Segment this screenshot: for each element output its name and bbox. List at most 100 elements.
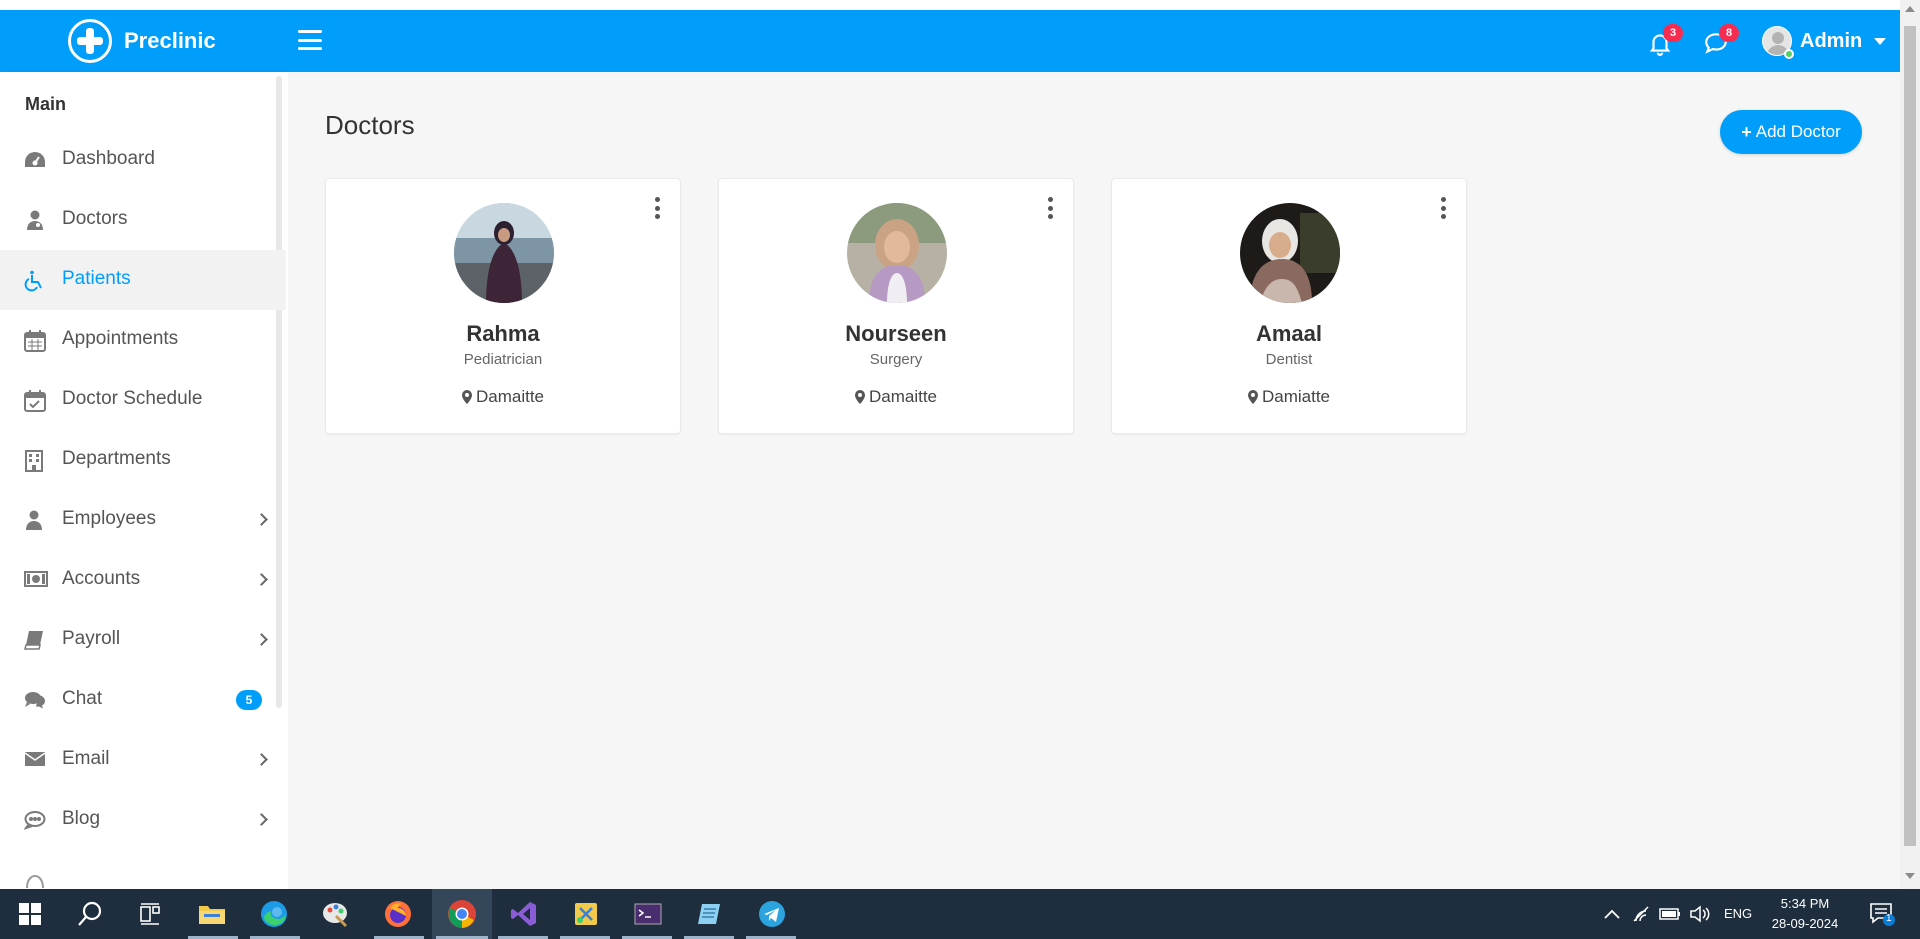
doctor-icon <box>24 210 46 230</box>
envelope-icon <box>24 750 46 770</box>
visual-studio-icon[interactable] <box>508 898 540 930</box>
user-menu[interactable]: Admin <box>1762 26 1887 56</box>
doctor-avatar[interactable] <box>847 203 947 303</box>
doctor-name: Nourseen <box>845 321 947 346</box>
sidebar-item-label: Appointments <box>62 328 179 349</box>
sidebar-item-chat[interactable]: Chat 5 <box>0 670 286 730</box>
language-indicator[interactable]: ENG <box>1724 906 1752 921</box>
task-view-icon[interactable] <box>134 898 166 930</box>
windows-start-icon[interactable] <box>14 898 46 930</box>
firefox-icon[interactable] <box>382 898 414 930</box>
sidebar-item-blog[interactable]: Blog <box>0 790 286 850</box>
sidebar-item-label: Email <box>62 748 110 769</box>
sidebar-item-partial[interactable] <box>0 850 286 889</box>
messages-badge: 8 <box>1719 24 1739 42</box>
notepad-icon[interactable] <box>694 898 726 930</box>
user-name: Admin <box>1800 29 1863 52</box>
more-options-icon[interactable] <box>1045 197 1055 219</box>
sidebar-item-dashboard[interactable]: Dashboard <box>0 130 286 190</box>
wheelchair-icon <box>24 270 46 292</box>
book-icon <box>24 630 46 650</box>
sidebar-item-label: Chat <box>62 688 103 709</box>
doctor-location: Damaitte <box>326 387 680 407</box>
clock-date: 28-09-2024 <box>1771 916 1839 931</box>
clock-time: 5:34 PM <box>1780 896 1830 911</box>
sidebar-item-patients[interactable]: Patients <box>0 250 286 310</box>
sidebar-item-employees[interactable]: Employees <box>0 490 286 550</box>
user-icon <box>24 510 46 530</box>
map-pin-icon <box>461 390 472 404</box>
snipping-tool-icon[interactable] <box>570 898 602 930</box>
doctor-card: Rahma Pediatrician Damaitte <box>325 178 681 434</box>
doctor-name: Rahma <box>466 321 540 346</box>
sidebar-item-label: Employees <box>62 508 156 529</box>
sidebar-item-email[interactable]: Email <box>0 730 286 790</box>
add-doctor-label: Add Doctor <box>1755 122 1841 141</box>
sidebar-item-label: Departments <box>62 448 171 469</box>
logo-cross-icon <box>68 19 112 63</box>
system-clock[interactable]: 5:34 PM 28-09-2024 <box>1760 894 1850 934</box>
telegram-icon[interactable] <box>756 898 788 930</box>
windows-taskbar: ENG 5:34 PM 28-09-2024 1 <box>0 889 1920 939</box>
chevron-right-icon <box>255 573 268 586</box>
sidebar-item-payroll[interactable]: Payroll <box>0 610 286 670</box>
partial-item-icon <box>24 870 46 889</box>
chat-badge: 5 <box>236 690 262 710</box>
edge-browser-icon[interactable] <box>258 898 290 930</box>
sidebar-section-title: Main <box>25 94 67 114</box>
scrollbar-thumb[interactable] <box>1904 26 1916 846</box>
app-logo[interactable]: Preclinic <box>68 19 216 63</box>
calendar-icon <box>24 330 46 352</box>
doctor-card: Amaal Dentist Damiatte <box>1111 178 1467 434</box>
action-center-icon[interactable]: 1 <box>1866 898 1898 930</box>
search-icon[interactable] <box>74 898 106 930</box>
page-title: Doctors <box>325 110 415 140</box>
sidebar-item-doctors[interactable]: Doctors <box>0 190 286 250</box>
doctor-location-text: Damiatte <box>1261 387 1331 406</box>
doctor-location: Damiatte <box>1112 387 1466 407</box>
sidebar-item-label: Patients <box>62 268 131 289</box>
file-explorer-icon[interactable] <box>196 898 228 930</box>
building-icon <box>24 450 46 472</box>
calendar-check-icon <box>24 390 46 412</box>
action-center-count: 1 <box>1886 913 1892 924</box>
sidebar-item-label: Accounts <box>62 568 141 589</box>
messages-icon[interactable]: 8 <box>1703 24 1739 56</box>
main-content: Doctors + Add Doctor Rahma Pediatrician … <box>288 72 1900 889</box>
plus-icon: + <box>1741 121 1752 142</box>
terminal-icon[interactable] <box>632 898 664 930</box>
scroll-down-arrow-icon[interactable] <box>1905 873 1915 879</box>
chrome-icon[interactable] <box>446 898 478 930</box>
online-status-dot <box>1784 49 1794 59</box>
sidebar-item-accounts[interactable]: Accounts <box>0 550 286 610</box>
comments-icon <box>24 690 46 710</box>
sidebar-item-departments[interactable]: Departments <box>0 430 286 490</box>
top-header: Preclinic 3 8 Admin <box>0 10 1900 72</box>
sidebar-item-label: Payroll <box>62 628 121 649</box>
money-icon <box>24 570 48 590</box>
doctor-specialty: Pediatrician <box>463 351 543 368</box>
sidebar-item-appointments[interactable]: Appointments <box>0 310 286 370</box>
paint-app-icon[interactable] <box>320 898 352 930</box>
doctor-card: Nourseen Surgery Damaitte <box>718 178 1074 434</box>
add-doctor-button[interactable]: + Add Doctor <box>1720 110 1862 154</box>
notifications-bell-icon[interactable]: 3 <box>1647 24 1683 56</box>
dashboard-icon <box>24 150 46 170</box>
battery-icon[interactable] <box>1654 898 1686 930</box>
chevron-right-icon <box>255 753 268 766</box>
chevron-up-icon[interactable] <box>1596 898 1628 930</box>
sidebar-item-doctor-schedule[interactable]: Doctor Schedule <box>0 370 286 430</box>
doctor-location: Damaitte <box>719 387 1073 407</box>
more-options-icon[interactable] <box>652 197 662 219</box>
scroll-up-arrow-icon[interactable] <box>1905 6 1915 12</box>
doctor-avatar[interactable] <box>1240 203 1340 303</box>
sidebar: Main Dashboard Doctors Patients Appointm… <box>0 72 288 889</box>
sidebar-item-label: Doctor Schedule <box>62 388 203 409</box>
doctor-specialty: Dentist <box>1265 351 1313 368</box>
doctor-avatar[interactable] <box>454 203 554 303</box>
more-options-icon[interactable] <box>1438 197 1448 219</box>
page-scrollbar[interactable] <box>1900 0 1920 889</box>
sidebar-item-label: Dashboard <box>62 148 155 169</box>
volume-icon[interactable] <box>1684 898 1716 930</box>
menu-toggle-icon[interactable] <box>298 30 322 50</box>
